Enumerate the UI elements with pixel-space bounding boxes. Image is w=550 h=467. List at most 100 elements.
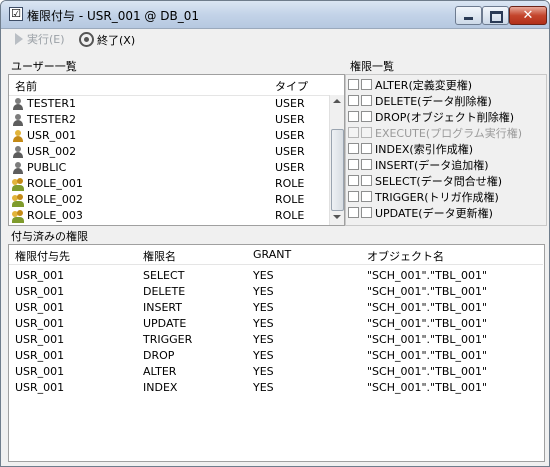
permission-label: UPDATE(データ更新権) (375, 207, 493, 220)
run-button[interactable]: 実行(E) (15, 32, 65, 48)
grantee-cell: USR_001 (15, 365, 65, 378)
permission-item[interactable]: INSERT(データ追加権) (348, 157, 508, 172)
user-row[interactable]: ROLE_003 ROLE (9, 209, 329, 224)
grant-option-checkbox[interactable] (361, 191, 372, 202)
permission-item[interactable]: DELETE(データ削除権) (348, 93, 508, 108)
permission-list-label: 権限一覧 (350, 60, 394, 73)
permission-checkbox[interactable] (348, 95, 359, 106)
permission-checkbox[interactable] (348, 207, 359, 218)
grant-option-checkbox[interactable] (361, 175, 372, 186)
main-window: ☑ 権限付与 - USR_001 @ DB_01 ✕ 実行(E) 終了(X) ユ… (0, 0, 550, 467)
object-cell: "SCH_001"."TBL_001" (367, 333, 488, 346)
user-type: USER (275, 97, 305, 110)
toolbar: 実行(E) 終了(X) (1, 29, 549, 51)
permission-checkbox[interactable] (348, 79, 359, 90)
privilege-column-header[interactable]: 権限名 (143, 248, 176, 264)
permission-checkbox[interactable] (348, 111, 359, 122)
scroll-thumb[interactable] (331, 129, 344, 211)
grant-option-checkbox[interactable] (361, 207, 372, 218)
user-icon (12, 162, 24, 175)
object-cell: "SCH_001"."TBL_001" (367, 317, 488, 330)
user-name: PUBLIC (27, 161, 67, 174)
permission-item[interactable]: UPDATE(データ更新権) (348, 205, 508, 220)
grantee-cell: USR_001 (15, 269, 65, 282)
type-column-header[interactable]: タイプ (275, 78, 308, 94)
grant-option-checkbox[interactable] (361, 95, 372, 106)
permission-checkbox[interactable] (348, 143, 359, 154)
permission-item-disabled: EXECUTE(プログラム実行権) (348, 125, 522, 140)
grant-column-header[interactable]: GRANT (253, 248, 291, 261)
grantee-cell: USR_001 (15, 349, 65, 362)
grant-option-checkbox (361, 127, 372, 138)
table-row[interactable]: USR_001 UPDATE YES "SCH_001"."TBL_001" (9, 317, 543, 332)
privilege-cell: UPDATE (143, 317, 187, 330)
object-cell: "SCH_001"."TBL_001" (367, 301, 488, 314)
object-cell: "SCH_001"."TBL_001" (367, 269, 488, 282)
exit-button-label: 終了(X) (97, 34, 136, 47)
grantee-cell: USR_001 (15, 381, 65, 394)
grantee-cell: USR_001 (15, 333, 65, 346)
privilege-cell: TRIGGER (143, 333, 193, 346)
permission-checkbox[interactable] (348, 159, 359, 170)
permission-label: ALTER(定義変更権) (375, 79, 473, 92)
grant-option-checkbox[interactable] (361, 159, 372, 170)
grant-option-checkbox[interactable] (361, 143, 372, 154)
user-row[interactable]: TESTER2 USER (9, 113, 329, 128)
table-row[interactable]: USR_001 INSERT YES "SCH_001"."TBL_001" (9, 301, 543, 316)
permission-list: ALTER(定義変更権) DELETE(データ削除権) DROP(オブジェクト削… (345, 74, 547, 226)
permission-item[interactable]: SELECT(データ問合せ権) (348, 173, 508, 188)
permission-checkbox[interactable] (348, 175, 359, 186)
title-bar: ☑ 権限付与 - USR_001 @ DB_01 ✕ (1, 1, 549, 29)
permission-item[interactable]: INDEX(索引作成権) (348, 141, 508, 156)
granted-list[interactable]: 権限付与先 権限名 GRANT オブジェクト名 USR_001 SELECT Y… (8, 244, 545, 462)
grant-cell: YES (253, 381, 274, 394)
minimize-button[interactable] (455, 6, 482, 25)
user-row[interactable]: ROLE_002 ROLE (9, 193, 329, 208)
window-check-icon: ☑ (9, 7, 23, 21)
user-row[interactable]: USR_002 USER (9, 145, 329, 160)
permission-checkbox[interactable] (348, 191, 359, 202)
scroll-up-icon[interactable] (333, 99, 341, 103)
user-type: USER (275, 145, 305, 158)
grant-option-checkbox[interactable] (361, 111, 372, 122)
grant-cell: YES (253, 269, 274, 282)
table-row[interactable]: USR_001 ALTER YES "SCH_001"."TBL_001" (9, 365, 543, 380)
table-row[interactable]: USR_001 DELETE YES "SCH_001"."TBL_001" (9, 285, 543, 300)
grant-cell: YES (253, 285, 274, 298)
scroll-down-icon[interactable] (333, 215, 341, 219)
table-row[interactable]: USR_001 DROP YES "SCH_001"."TBL_001" (9, 349, 543, 364)
maximize-button[interactable] (482, 6, 509, 25)
permission-label: TRIGGER(トリガ作成権) (375, 191, 499, 204)
user-list[interactable]: 名前 タイプ TESTER1 USER TESTER2 USER USR_001… (8, 74, 345, 226)
permission-item[interactable]: DROP(オブジェクト削除権) (348, 109, 514, 124)
exit-button[interactable]: 終了(X) (79, 32, 135, 48)
privilege-cell: INDEX (143, 381, 178, 394)
grantee-column-header[interactable]: 権限付与先 (15, 248, 70, 264)
user-selected-icon (12, 130, 24, 143)
privilege-cell: ALTER (143, 365, 177, 378)
grantee-cell: USR_001 (15, 301, 65, 314)
user-row[interactable]: TESTER1 USER (9, 97, 329, 112)
user-list-header: 名前 タイプ (9, 75, 329, 96)
user-row[interactable]: PUBLIC USER (9, 161, 329, 176)
name-column-header[interactable]: 名前 (15, 78, 37, 94)
table-row[interactable]: USR_001 SELECT YES "SCH_001"."TBL_001" (9, 269, 543, 284)
privilege-cell: SELECT (143, 269, 185, 282)
permission-item[interactable]: TRIGGER(トリガ作成権) (348, 189, 508, 204)
permission-label: SELECT(データ問合せ権) (375, 175, 502, 188)
role-icon (12, 210, 24, 223)
table-row[interactable]: USR_001 INDEX YES "SCH_001"."TBL_001" (9, 381, 543, 396)
user-row[interactable]: USR_001 USER (9, 129, 329, 144)
object-column-header[interactable]: オブジェクト名 (367, 248, 444, 264)
user-row[interactable]: ROLE_001 ROLE (9, 177, 329, 192)
user-list-scrollbar[interactable] (329, 95, 344, 225)
close-button[interactable]: ✕ (509, 6, 547, 25)
grant-option-checkbox[interactable] (361, 79, 372, 90)
permission-label: EXECUTE(プログラム実行権) (375, 127, 523, 140)
grantee-cell: USR_001 (15, 317, 65, 330)
run-button-label: 実行(E) (27, 33, 65, 46)
grantee-cell: USR_001 (15, 285, 65, 298)
permission-item[interactable]: ALTER(定義変更権) (348, 77, 508, 92)
user-type: USER (275, 129, 305, 142)
table-row[interactable]: USR_001 TRIGGER YES "SCH_001"."TBL_001" (9, 333, 543, 348)
